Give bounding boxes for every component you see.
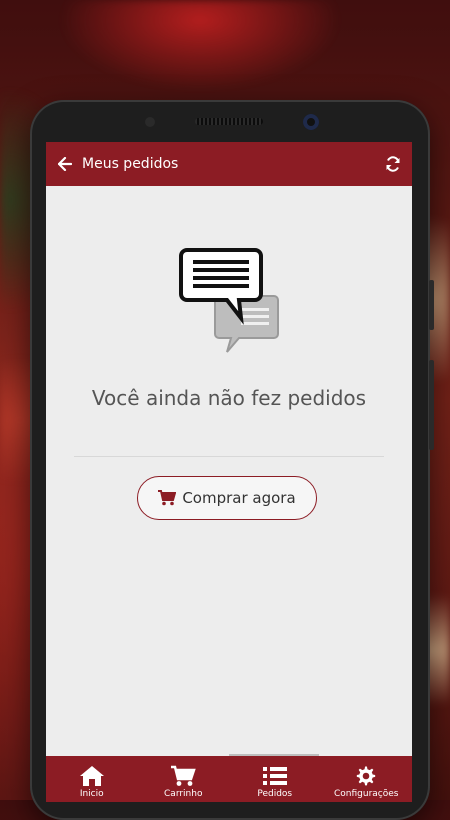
nav-item-cart[interactable]: Carrinho [138, 756, 230, 802]
gear-icon [357, 766, 376, 786]
bottom-nav: Inicio Carrinho Pedidos Configurações [46, 756, 412, 802]
volume-button [429, 280, 434, 330]
nav-item-orders[interactable]: Pedidos [229, 756, 321, 802]
nav-label: Inicio [79, 789, 104, 799]
arrow-left-icon[interactable] [56, 155, 74, 173]
front-camera [303, 114, 319, 130]
nav-item-home[interactable]: Inicio [46, 756, 138, 802]
earpiece-speaker [195, 118, 263, 125]
divider [74, 456, 384, 457]
app-screen: Meus pedidos Você ainda não fez pedidos … [46, 142, 412, 802]
chat-bubbles-icon [179, 248, 279, 353]
sensor [145, 117, 155, 127]
nav-item-settings[interactable]: Configurações [321, 756, 413, 802]
list-icon [262, 767, 287, 785]
cart-icon [158, 490, 177, 506]
nav-label: Configurações [334, 789, 399, 799]
orders-content: Você ainda não fez pedidos Comprar agora [46, 186, 412, 756]
app-bar: Meus pedidos [46, 142, 412, 186]
phone-frame: Meus pedidos Você ainda não fez pedidos … [30, 100, 434, 820]
buy-now-button[interactable]: Comprar agora [137, 476, 317, 520]
buy-now-label: Comprar agora [182, 489, 296, 507]
page-title: Meus pedidos [82, 156, 179, 172]
refresh-icon[interactable] [384, 155, 402, 173]
home-icon [79, 766, 104, 786]
empty-orders-message: Você ainda não fez pedidos [91, 386, 367, 410]
nav-label: Carrinho [164, 789, 203, 799]
cart-icon [171, 765, 196, 786]
power-button [429, 360, 434, 450]
nav-label: Pedidos [257, 789, 293, 799]
